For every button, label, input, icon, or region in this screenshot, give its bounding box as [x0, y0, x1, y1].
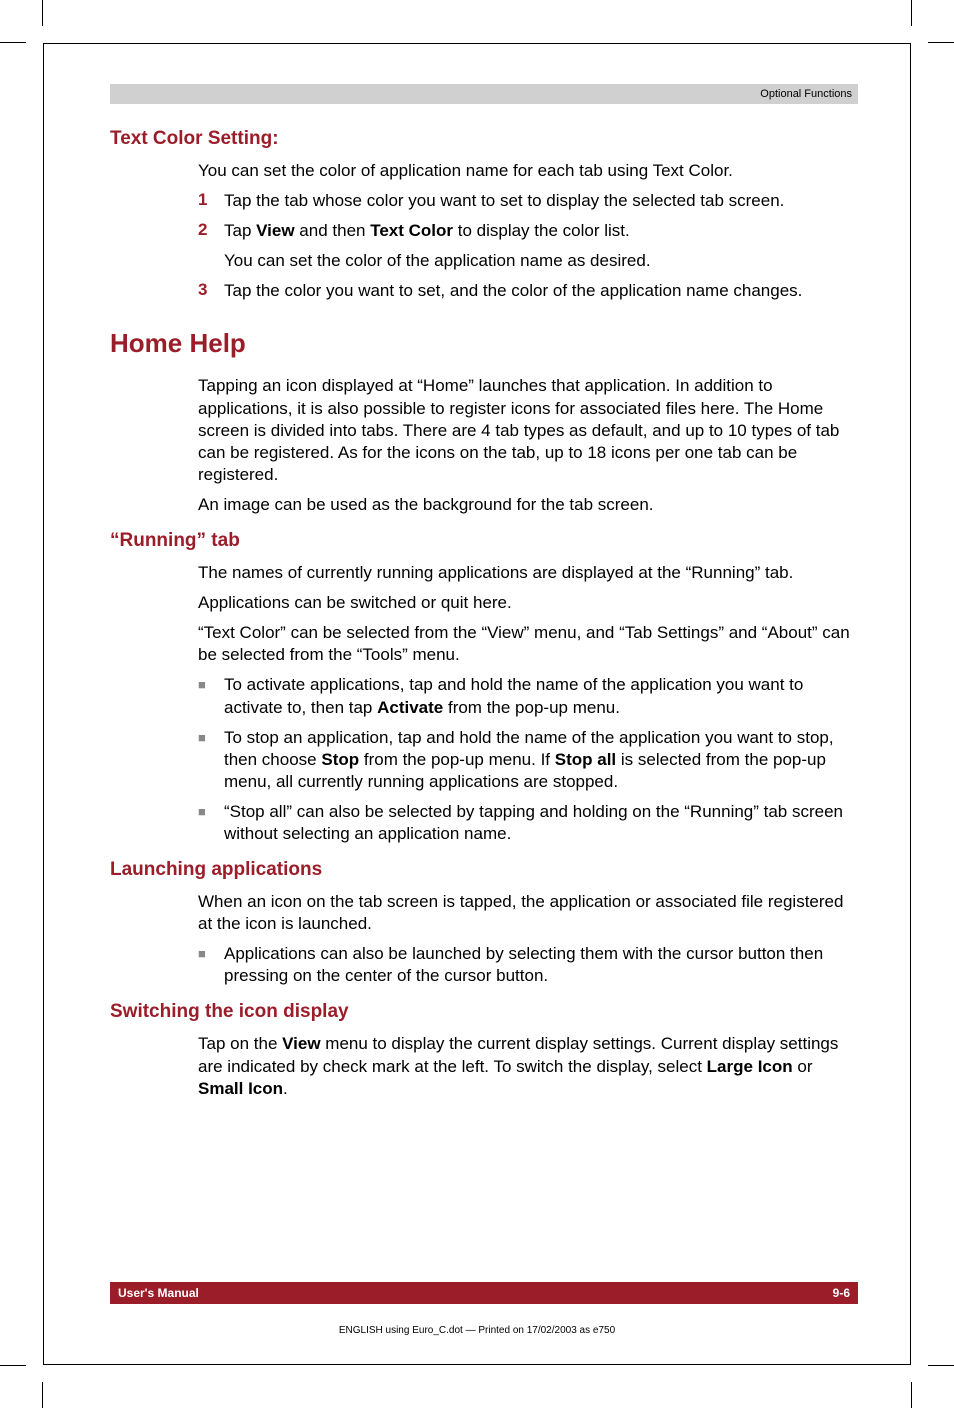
running-tab-body: The names of currently running applicati… [198, 562, 858, 845]
paragraph: When an icon on the tab screen is tapped… [198, 891, 858, 935]
crop-mark [0, 42, 26, 43]
switching-body: Tap on the View menu to display the curr… [198, 1033, 858, 1099]
step-text: Tap View and then Text Color to display … [224, 220, 858, 242]
bullet-text: To stop an application, tap and hold the… [224, 727, 858, 793]
bullet-list: ■ To activate applications, tap and hold… [198, 674, 858, 845]
crop-mark [0, 1365, 26, 1366]
list-item: ■ To activate applications, tap and hold… [198, 674, 858, 718]
content-area: Optional Functions Text Color Setting: Y… [43, 43, 911, 1365]
crop-mark [928, 42, 954, 43]
list-item: 1 Tap the tab whose color you want to se… [198, 190, 858, 212]
paragraph: Applications can be switched or quit her… [198, 592, 858, 614]
launching-body: When an icon on the tab screen is tapped… [198, 891, 858, 987]
footer-meta: ENGLISH using Euro_C.dot — Printed on 17… [44, 1325, 910, 1336]
list-item: ■ “Stop all” can also be selected by tap… [198, 801, 858, 845]
square-bullet-icon: ■ [198, 801, 224, 845]
heading-text-color-setting: Text Color Setting: [110, 128, 858, 150]
paragraph: You can set the color of application nam… [198, 160, 858, 182]
paragraph: The names of currently running applicati… [198, 562, 858, 584]
chapter-label: Optional Functions [760, 88, 852, 100]
bullet-text: “Stop all” can also be selected by tappi… [224, 801, 858, 845]
list-item: ■ To stop an application, tap and hold t… [198, 727, 858, 793]
paragraph: Tapping an icon displayed at “Home” laun… [198, 375, 858, 485]
step-text: Tap the color you want to set, and the c… [224, 280, 858, 302]
step-number: 1 [198, 190, 224, 212]
step-text: Tap the tab whose color you want to set … [224, 190, 858, 212]
bullet-text: To activate applications, tap and hold t… [224, 674, 858, 718]
list-item: 3 Tap the color you want to set, and the… [198, 280, 858, 302]
page-number: 9-6 [833, 1286, 850, 1300]
step-subtext: You can set the color of the application… [224, 250, 858, 272]
home-help-body: Tapping an icon displayed at “Home” laun… [198, 375, 858, 516]
crop-mark [928, 1365, 954, 1366]
square-bullet-icon: ■ [198, 727, 224, 793]
crop-mark [911, 1382, 912, 1408]
footer-band: User's Manual 9-6 [110, 1282, 858, 1304]
crop-mark [911, 0, 912, 26]
paragraph: Tap on the View menu to display the curr… [198, 1033, 858, 1099]
paragraph: An image can be used as the background f… [198, 494, 858, 516]
heading-running-tab: “Running” tab [110, 530, 858, 552]
step-number: 3 [198, 280, 224, 302]
list-item: ■ Applications can also be launched by s… [198, 943, 858, 987]
text-color-body: You can set the color of application nam… [198, 160, 858, 302]
paragraph: “Text Color” can be selected from the “V… [198, 622, 858, 666]
step-number: 2 [198, 220, 224, 242]
square-bullet-icon: ■ [198, 674, 224, 718]
heading-switching-icon-display: Switching the icon display [110, 1001, 858, 1023]
bullet-text: Applications can also be launched by sel… [224, 943, 858, 987]
page: Optional Functions Text Color Setting: Y… [0, 0, 954, 1408]
ordered-list: 1 Tap the tab whose color you want to se… [198, 190, 858, 302]
square-bullet-icon: ■ [198, 943, 224, 987]
crop-mark [42, 0, 43, 26]
footer-left: User's Manual [118, 1286, 199, 1300]
heading-launching-applications: Launching applications [110, 859, 858, 881]
bullet-list: ■ Applications can also be launched by s… [198, 943, 858, 987]
chapter-header-band: Optional Functions [110, 84, 858, 104]
list-item: 2 Tap View and then Text Color to displa… [198, 220, 858, 242]
heading-home-help: Home Help [110, 328, 858, 359]
crop-mark [42, 1382, 43, 1408]
